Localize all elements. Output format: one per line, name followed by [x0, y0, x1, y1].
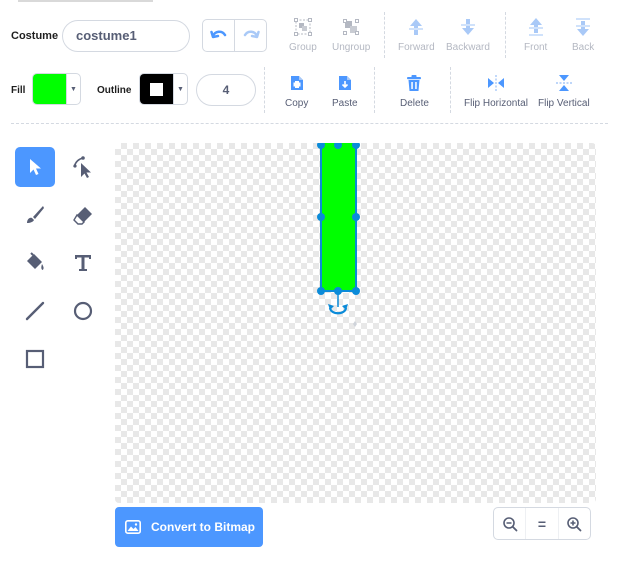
- undo-button[interactable]: [203, 20, 235, 51]
- fill-swatch[interactable]: [33, 74, 66, 104]
- convert-to-bitmap-label: Convert to Bitmap: [151, 520, 256, 534]
- copy-label: Copy: [285, 98, 309, 109]
- select-tool[interactable]: [15, 147, 55, 187]
- separator: [374, 67, 375, 113]
- arrow-cursor-icon: [30, 159, 41, 175]
- outline-label: Outline: [97, 85, 132, 96]
- rectangle-icon: [25, 349, 45, 369]
- forward-button[interactable]: Forward: [398, 16, 435, 53]
- delete-button[interactable]: Delete: [400, 72, 429, 109]
- circle-tool[interactable]: [63, 291, 103, 331]
- forward-label: Forward: [398, 42, 435, 53]
- fill-color-picker[interactable]: ▼: [32, 73, 81, 105]
- delete-label: Delete: [400, 98, 429, 109]
- ungroup-button[interactable]: Ungroup: [332, 16, 370, 53]
- backward-button[interactable]: Backward: [446, 16, 490, 53]
- front-button[interactable]: Front: [524, 16, 547, 53]
- outline-swatch[interactable]: [140, 74, 173, 104]
- fill-label: Fill: [11, 85, 26, 96]
- flip-horizontal-button[interactable]: Flip Horizontal: [464, 72, 528, 109]
- paste-button[interactable]: Paste: [332, 72, 358, 109]
- group-button[interactable]: Group: [289, 16, 317, 53]
- line-tool[interactable]: [15, 291, 55, 331]
- eraser-icon: [73, 207, 92, 225]
- zoom-reset-label: =: [537, 515, 547, 532]
- flip-vertical-icon: [555, 75, 572, 91]
- copy-button[interactable]: Copy: [285, 72, 308, 109]
- top-divider: [18, 0, 153, 2]
- ungroup-icon: [343, 19, 360, 35]
- costume-name-input[interactable]: costume1: [62, 20, 190, 52]
- redo-button[interactable]: [235, 20, 266, 51]
- caret-down-icon[interactable]: ▼: [173, 74, 187, 104]
- backward-icon: [460, 19, 475, 35]
- line-icon: [25, 301, 45, 321]
- flip-vertical-button[interactable]: Flip Vertical: [538, 72, 590, 109]
- paint-canvas[interactable]: [115, 143, 596, 503]
- paste-label: Paste: [332, 98, 358, 109]
- rectangle-tool[interactable]: [15, 339, 55, 379]
- redo-icon: [243, 30, 260, 38]
- backward-label: Backward: [446, 42, 490, 53]
- front-label: Front: [524, 42, 548, 53]
- paste-icon: [338, 76, 351, 90]
- outline-swatch-inner: [150, 82, 163, 96]
- convert-to-bitmap-button[interactable]: Convert to Bitmap: [115, 507, 263, 547]
- separator: [450, 67, 451, 113]
- flip-vertical-label: Flip Vertical: [538, 98, 590, 109]
- forward-icon: [409, 19, 424, 35]
- image-icon: [125, 520, 141, 534]
- selected-rectangle-shape[interactable]: [115, 143, 596, 503]
- eraser-tool[interactable]: [63, 195, 103, 235]
- reshape-tool[interactable]: [63, 147, 103, 187]
- zoom-out-icon: [502, 516, 518, 531]
- back-label: Back: [572, 42, 595, 53]
- trash-icon: [407, 75, 422, 91]
- circle-icon: [73, 301, 93, 321]
- back-button[interactable]: Back: [572, 16, 594, 53]
- front-icon: [528, 18, 543, 36]
- outline-width-input[interactable]: 4: [196, 74, 256, 106]
- brush-tool[interactable]: [15, 195, 55, 235]
- zoom-out-button[interactable]: [494, 508, 525, 539]
- undo-redo-group: [202, 19, 267, 52]
- zoom-controls: =: [493, 507, 591, 540]
- text-icon: [75, 255, 91, 271]
- caret-down-icon[interactable]: ▼: [66, 74, 80, 104]
- text-tool[interactable]: [63, 243, 103, 283]
- fill-tool[interactable]: [15, 243, 55, 283]
- undo-icon: [209, 30, 226, 38]
- separator: [264, 67, 265, 113]
- zoom-in-icon: [567, 516, 582, 531]
- paint-bucket-icon: [27, 252, 44, 270]
- ungroup-label: Ungroup: [332, 42, 371, 53]
- separator: [384, 12, 385, 58]
- back-icon: [576, 18, 591, 36]
- zoom-reset-button[interactable]: =: [525, 508, 557, 539]
- copy-icon: [290, 76, 303, 90]
- costume-label: Costume: [11, 30, 59, 42]
- group-icon: [293, 18, 312, 36]
- flip-horizontal-label: Flip Horizontal: [464, 98, 528, 109]
- brush-icon: [27, 206, 44, 223]
- flip-horizontal-icon: [487, 75, 504, 91]
- outline-color-picker[interactable]: ▼: [139, 73, 188, 105]
- reshape-cursor-icon: [73, 156, 91, 178]
- separator: [505, 12, 506, 58]
- zoom-in-button[interactable]: [557, 508, 590, 539]
- toolbar-divider: [11, 123, 608, 124]
- group-label: Group: [289, 42, 317, 53]
